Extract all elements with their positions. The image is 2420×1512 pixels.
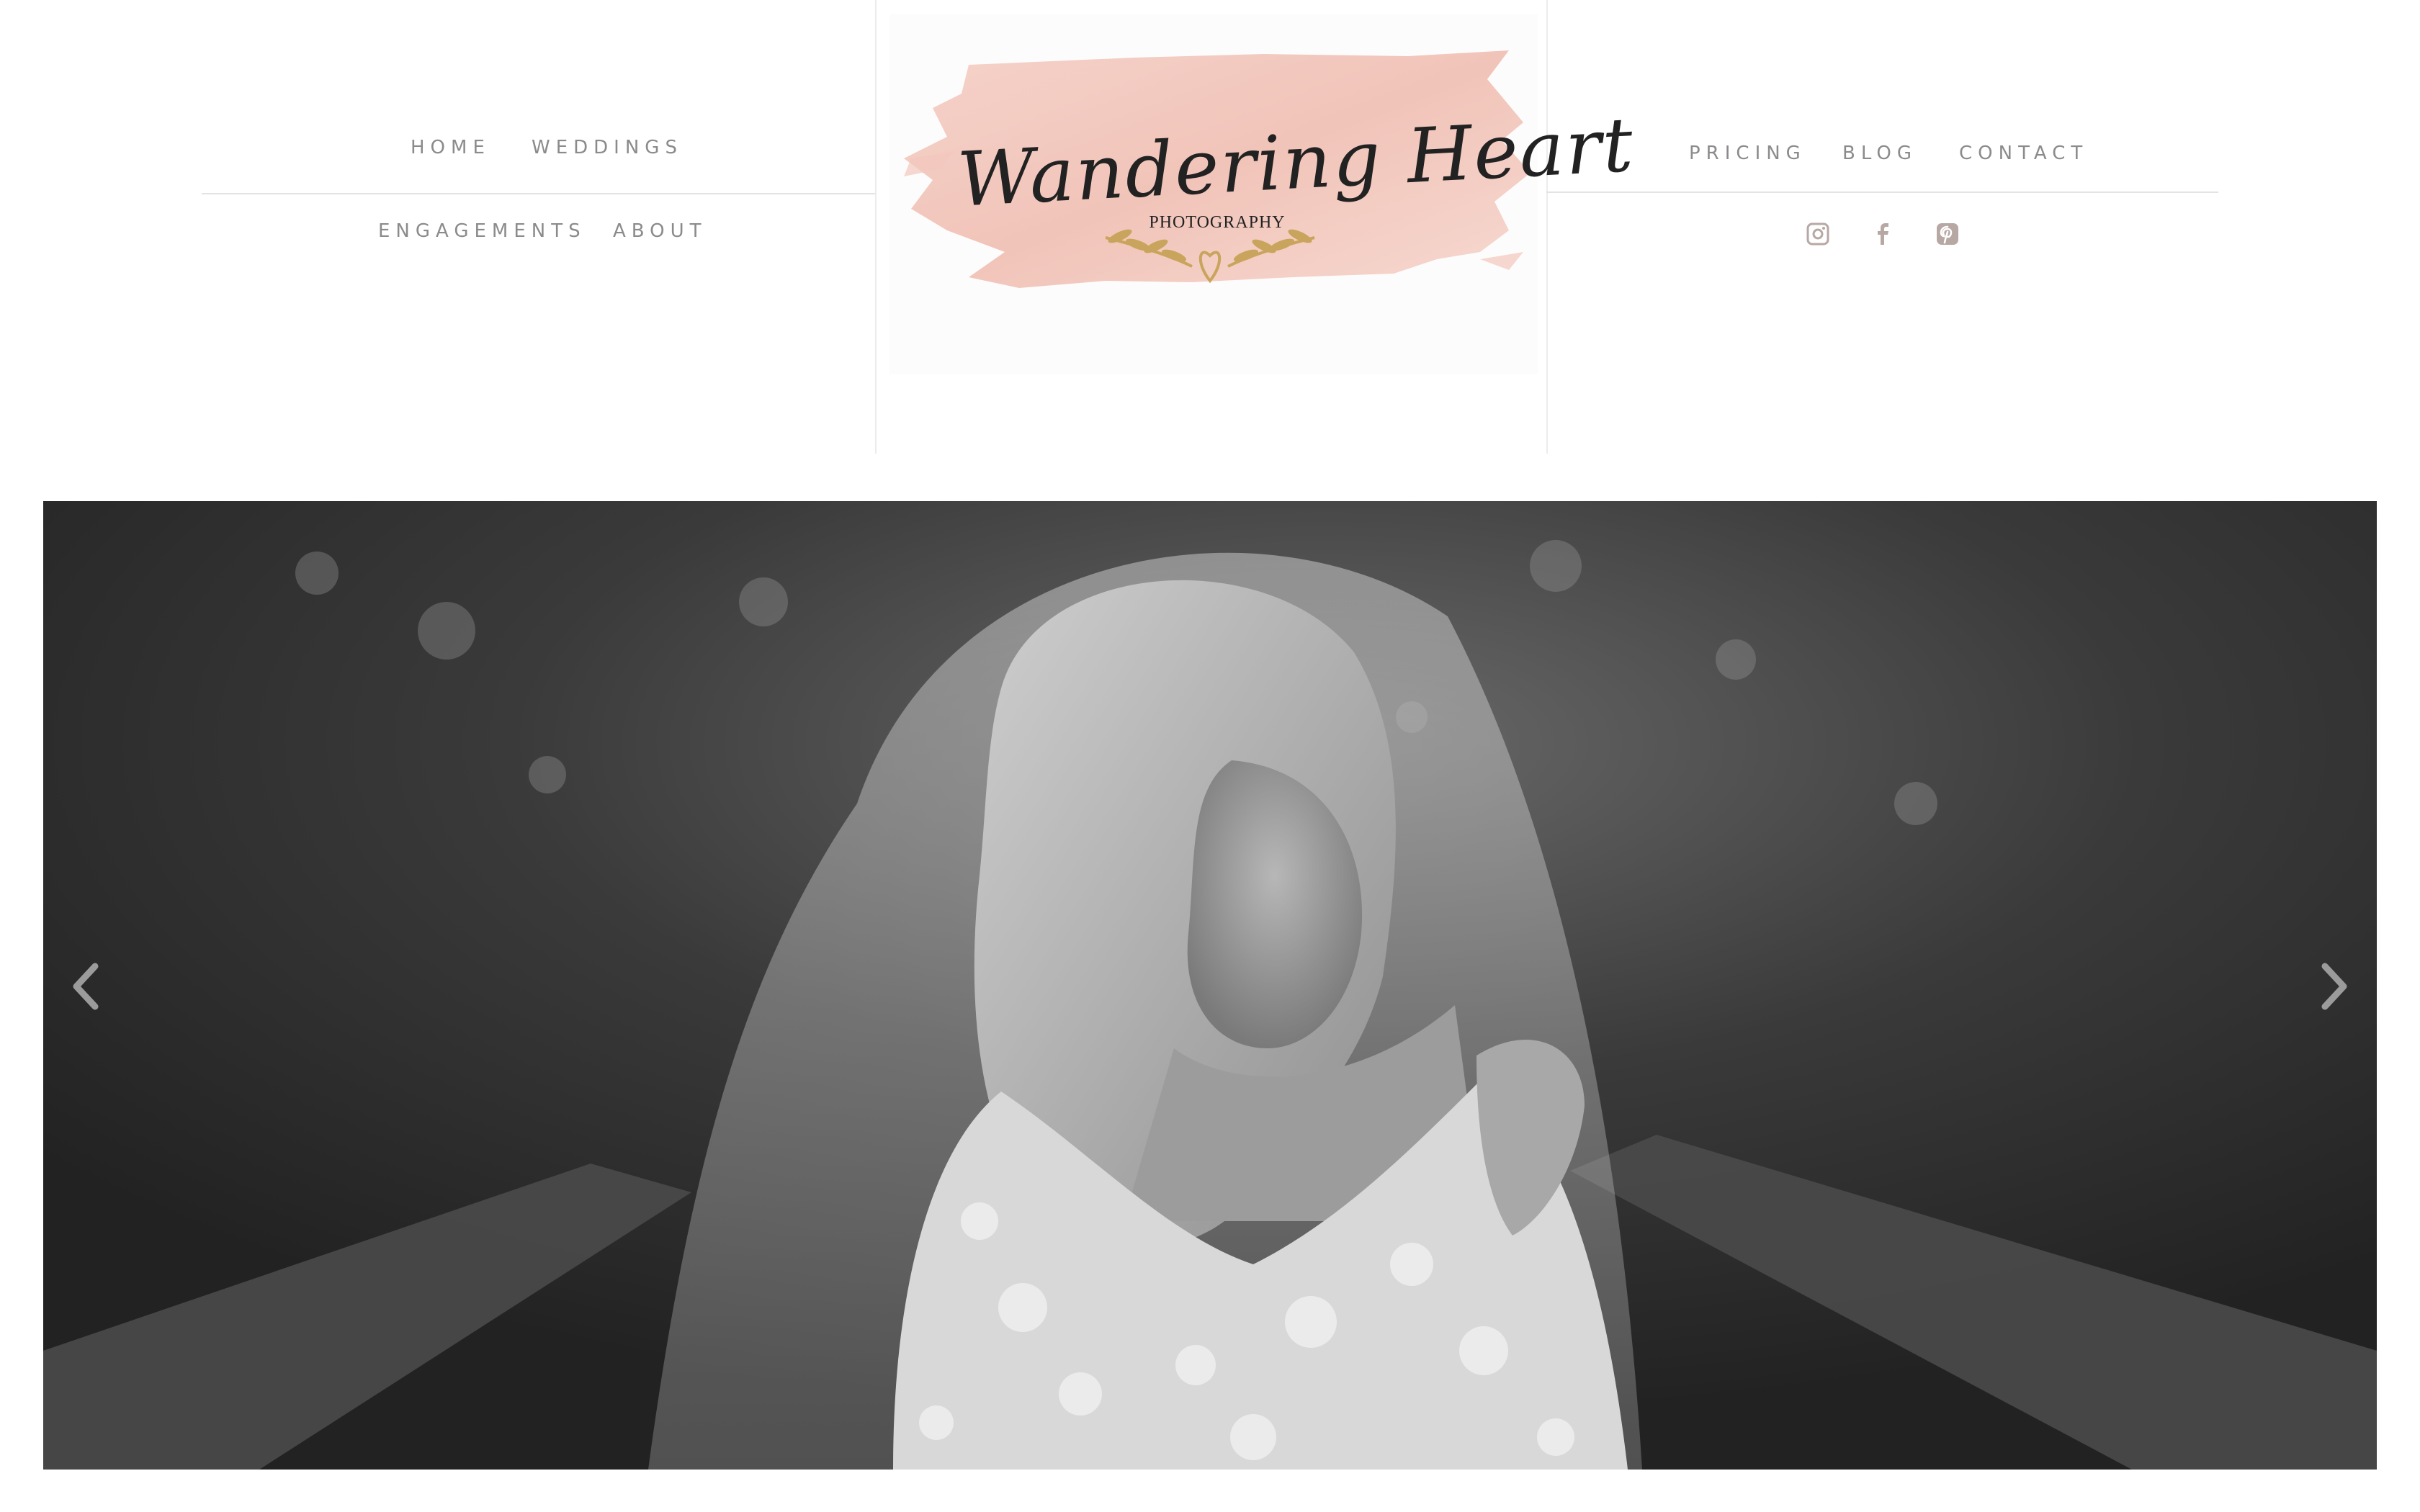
nav-left-divider [202, 193, 875, 194]
pinterest-icon[interactable] [1935, 222, 1960, 246]
facebook-icon[interactable] [1870, 222, 1895, 246]
nav-contact-link[interactable]: CONTACT [1959, 143, 2088, 164]
nav-about-link[interactable]: ABOUT [613, 220, 707, 242]
nav-right-divider [1546, 192, 2218, 193]
nav-engagements-link[interactable]: ENGAGEMENTS [378, 220, 586, 242]
hero-slideshow[interactable] [43, 501, 2377, 1470]
logo-subtitle: PHOTOGRAPHY [1149, 213, 1286, 232]
nav-pricing-link[interactable]: PRICING [1689, 143, 1806, 164]
slider-prev-arrow[interactable] [65, 958, 108, 1015]
hero-photo [43, 501, 2377, 1470]
nav-home-link[interactable]: HOME [411, 137, 490, 158]
instagram-icon[interactable] [1806, 222, 1830, 246]
nav-weddings-link[interactable]: WEDDINGS [532, 137, 683, 158]
slider-next-arrow[interactable] [2312, 958, 2355, 1015]
nav-blog-link[interactable]: BLOG [1842, 143, 1917, 164]
